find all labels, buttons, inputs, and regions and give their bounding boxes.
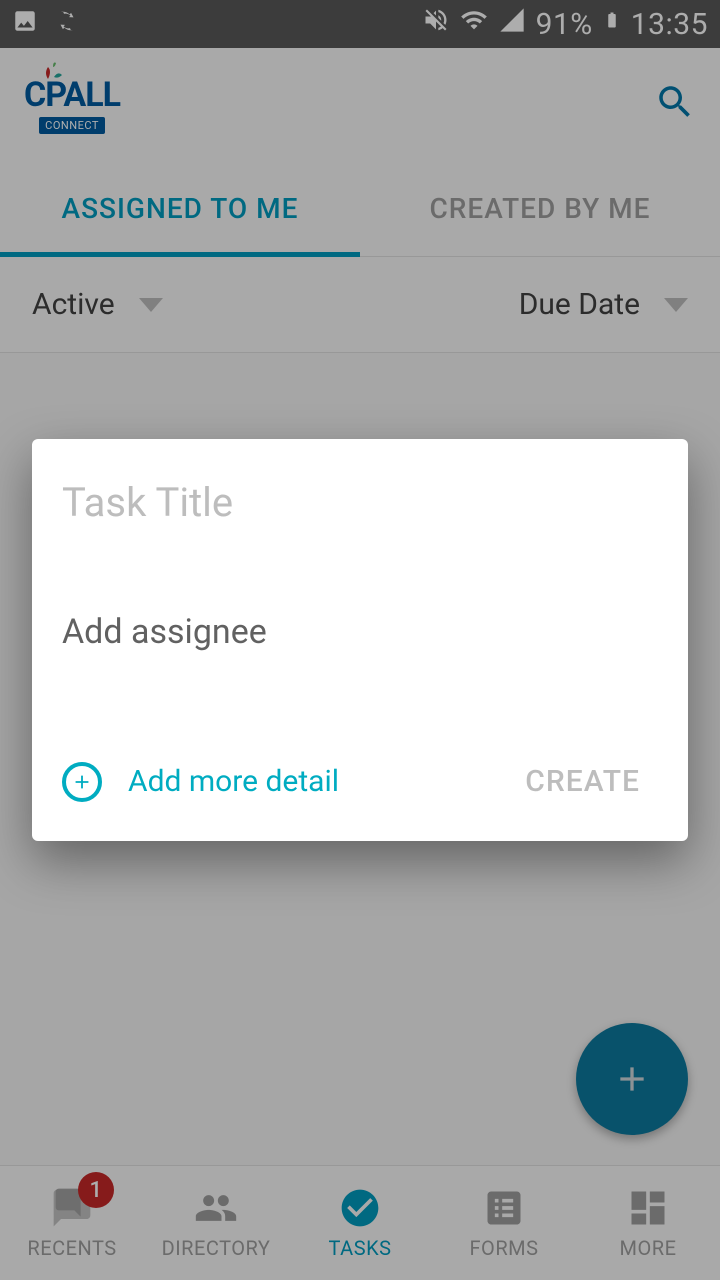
add-more-detail-button[interactable]: Add more detail	[62, 762, 339, 802]
plus-circle-icon	[62, 762, 102, 802]
add-assignee-button[interactable]: Add assignee	[62, 612, 658, 652]
task-title-input[interactable]	[62, 479, 658, 526]
create-button[interactable]: CREATE	[507, 752, 658, 811]
modal-overlay[interactable]: Add assignee Add more detail CREATE	[0, 0, 720, 1280]
new-task-modal: Add assignee Add more detail CREATE	[32, 439, 688, 841]
